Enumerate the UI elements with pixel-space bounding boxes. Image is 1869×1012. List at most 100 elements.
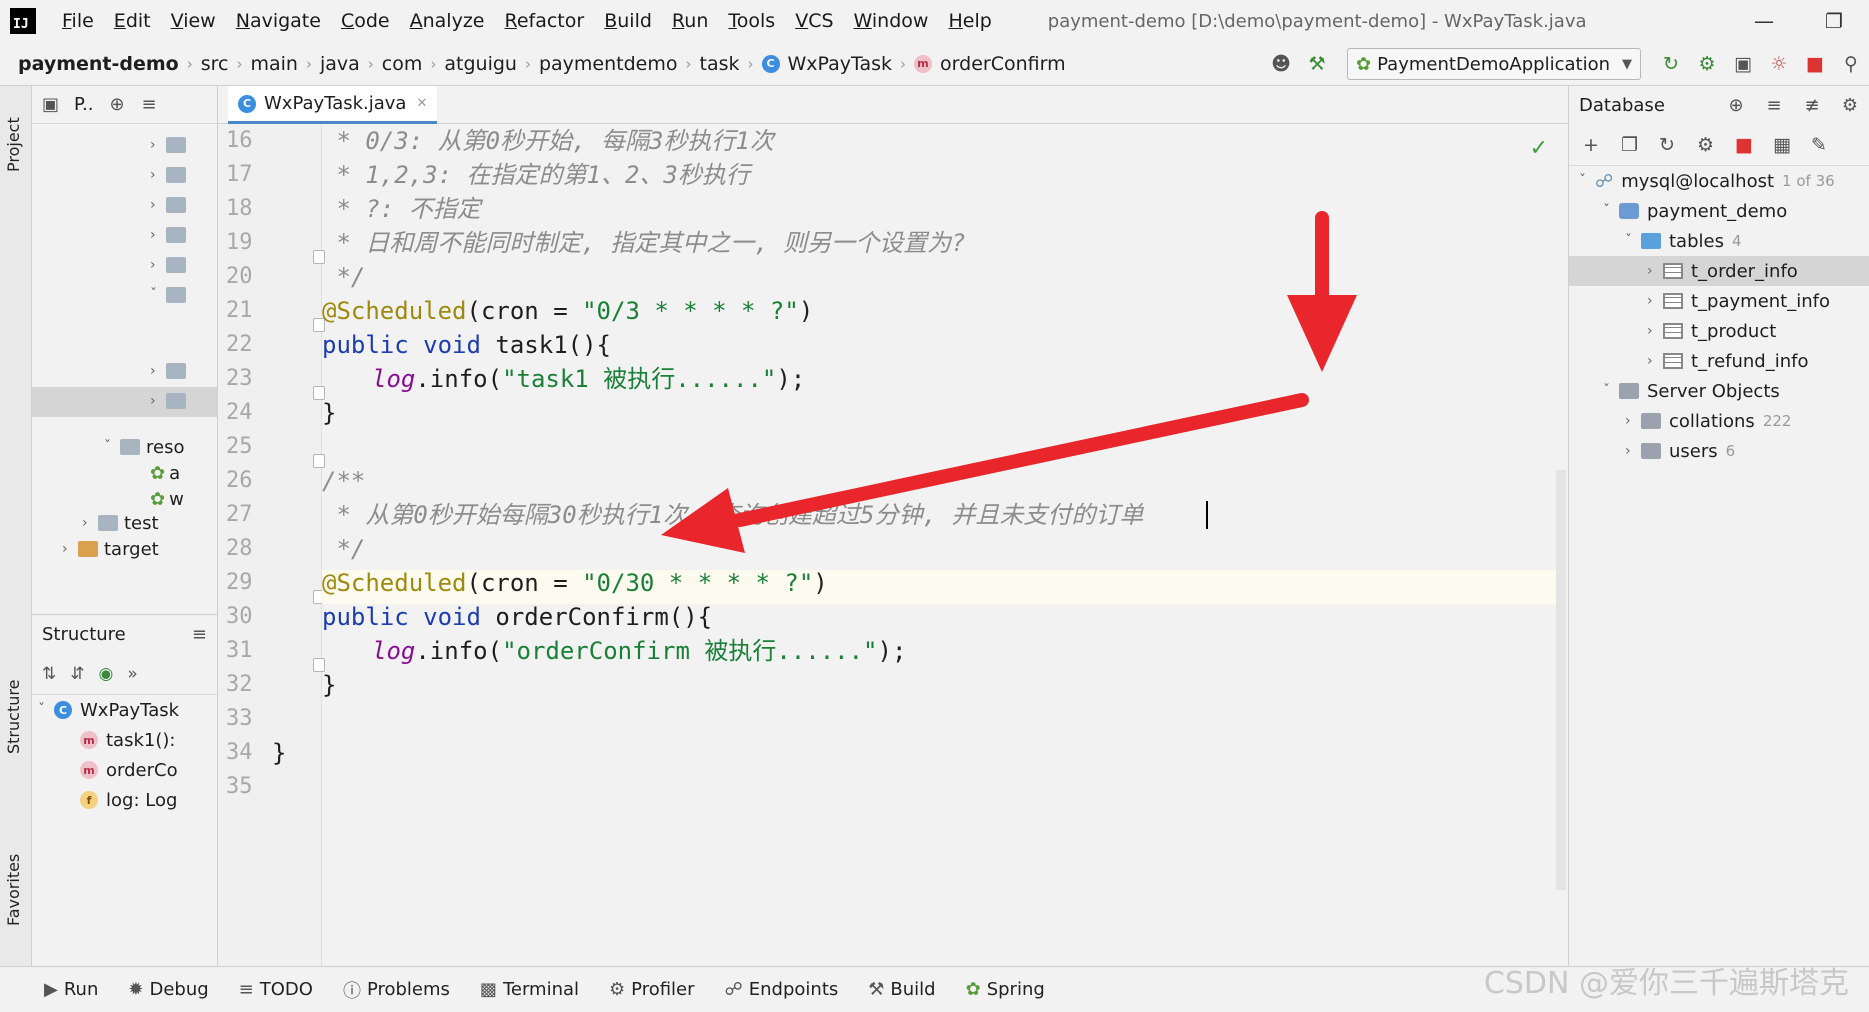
menu-build[interactable]: Build <box>604 10 652 32</box>
tree-node[interactable]: › <box>150 190 192 220</box>
menu-run[interactable]: Run <box>672 10 708 32</box>
inspection-ok-icon[interactable]: ✓ <box>1530 136 1548 161</box>
menu-refactor[interactable]: Refactor <box>504 10 584 32</box>
crumb-com[interactable]: com <box>382 53 423 75</box>
crumb-project[interactable]: payment-demo <box>18 53 179 75</box>
tab-endpoints[interactable]: ☍ Endpoints <box>725 979 839 1000</box>
menu-edit[interactable]: Edit <box>114 10 151 32</box>
table-view-icon[interactable]: ▦ <box>1773 134 1811 156</box>
code-line-21[interactable]: @Scheduled(cron = "0/3 * * * * ?") <box>322 294 813 328</box>
favorites-tool-tab[interactable]: Favorites <box>4 854 23 926</box>
db-schema[interactable]: ˇ payment_demo <box>1569 196 1869 226</box>
menu-analyze[interactable]: Analyze <box>410 10 485 32</box>
menu-help[interactable]: Help <box>948 10 991 32</box>
structure-task1[interactable]: m task1(): <box>32 725 217 755</box>
code-line-34[interactable]: } <box>272 736 286 770</box>
db-tables-folder[interactable]: ˇ tables 4 <box>1569 226 1869 256</box>
tab-build[interactable]: ⚒ Build <box>868 979 935 1000</box>
code-line-26[interactable]: /** <box>322 464 365 498</box>
debug-icon[interactable]: ☼ <box>1761 46 1797 82</box>
project-title[interactable]: P.. <box>74 94 94 115</box>
code-line-27[interactable]: * 从第0秒开始每隔30秒执行1次, 查询创建超过5分钟, 并且未支付的订单 <box>322 498 1143 532</box>
show-inherited-icon[interactable]: ◉ <box>99 664 114 684</box>
code-line-31[interactable]: log.info("orderConfirm 被执行......"); <box>372 634 906 668</box>
menu-view[interactable]: View <box>171 10 216 32</box>
menu-tools[interactable]: Tools <box>728 10 775 32</box>
db-table-payment-info[interactable]: › t_payment_info <box>1569 286 1869 316</box>
crumb-method[interactable]: m orderConfirm <box>914 53 1066 75</box>
gear-icon[interactable]: ⚙ <box>1831 95 1869 116</box>
editor-scrollbar[interactable] <box>1556 470 1566 890</box>
user-icon[interactable]: ☻ <box>1263 46 1299 82</box>
tree-node-target[interactable]: › target <box>62 534 159 564</box>
minimize-icon[interactable]: — <box>1729 0 1799 42</box>
crumb-src[interactable]: src <box>201 53 229 75</box>
code-line-23[interactable]: log.info("task1 被执行......"); <box>372 362 805 396</box>
rerun-icon[interactable]: ↻ <box>1653 46 1689 82</box>
locate-icon[interactable]: ⊕ <box>110 94 132 115</box>
code-line-29[interactable]: @Scheduled(cron = "0/30 * * * * ?") <box>322 566 828 600</box>
sort-alpha-icon[interactable]: ⇵ <box>70 664 84 684</box>
schema-icon[interactable]: ⚙ <box>1697 134 1735 156</box>
tab-terminal[interactable]: ▩ Terminal <box>480 979 579 1000</box>
crumb-atguigu[interactable]: atguigu <box>444 53 517 75</box>
code-line-18[interactable]: * ?: 不指定 <box>322 192 480 226</box>
refresh-icon[interactable]: ↻ <box>1659 134 1697 156</box>
more-icon[interactable]: » <box>127 664 137 684</box>
db-collations[interactable]: › collations 222 <box>1569 406 1869 436</box>
coverage-icon[interactable]: ⚙ <box>1689 46 1725 82</box>
restore-icon[interactable]: ❐ <box>1799 0 1869 42</box>
tree-node[interactable]: › <box>150 160 192 190</box>
code-line-22[interactable]: public void task1(){ <box>322 328 611 362</box>
menu-file[interactable]: File <box>62 10 94 32</box>
collapse-all-icon[interactable]: ≢ <box>1793 95 1831 116</box>
stop-icon[interactable]: ■ <box>1797 46 1833 82</box>
code-line-16[interactable]: * 0/3: 从第0秒开始, 每隔3秒执行1次 <box>322 124 773 158</box>
code-line-32[interactable]: } <box>322 668 336 702</box>
structure-log[interactable]: f log: Log <box>32 785 217 815</box>
db-table-product[interactable]: › t_product <box>1569 316 1869 346</box>
tree-node[interactable]: › <box>150 220 192 250</box>
tree-node[interactable]: ˇ <box>150 280 192 310</box>
expand-all-icon[interactable]: ≡ <box>1755 95 1793 116</box>
crumb-task[interactable]: task <box>700 53 740 75</box>
menu-code[interactable]: Code <box>341 10 390 32</box>
tab-problems[interactable]: ⓘ Problems <box>343 977 450 1003</box>
project-tool-tab[interactable]: Project <box>4 117 23 172</box>
tab-run[interactable]: ▶ Run <box>44 979 98 1000</box>
tree-node[interactable]: › <box>150 356 192 386</box>
db-connection[interactable]: ˇ ☍ mysql@localhost 1 of 36 <box>1569 166 1869 196</box>
tab-profiler[interactable]: ⚙ Profiler <box>609 979 695 1000</box>
code-line-20[interactable]: */ <box>322 260 365 294</box>
structure-tool-tab[interactable]: Structure <box>4 680 23 754</box>
db-table-order-info[interactable]: › t_order_info <box>1569 256 1869 286</box>
menu-vcs[interactable]: VCS <box>795 10 833 32</box>
code-line-30[interactable]: public void orderConfirm(){ <box>322 600 712 634</box>
code-line-24[interactable]: } <box>322 396 336 430</box>
editor-tab-wxpaytask[interactable]: C WxPayTask.java ✕ <box>228 86 438 124</box>
sort-visibility-icon[interactable]: ⇅ <box>42 664 56 684</box>
profile-icon[interactable]: ▣ <box>1725 46 1761 82</box>
menu-navigate[interactable]: Navigate <box>236 10 321 32</box>
run-config-select[interactable]: ✿ PaymentDemoApplication ▼ <box>1347 48 1641 80</box>
code-line-28[interactable]: */ <box>322 532 365 566</box>
tree-node[interactable]: › <box>150 386 192 416</box>
edit-icon[interactable]: ✎ <box>1811 134 1849 156</box>
locate-icon[interactable]: ⊕ <box>1717 95 1755 116</box>
tab-todo[interactable]: ≡ TODO <box>239 979 313 1000</box>
stop-icon[interactable]: ■ <box>1735 134 1773 156</box>
crumb-class[interactable]: C WxPayTask <box>761 53 892 75</box>
db-table-refund-info[interactable]: › t_refund_info <box>1569 346 1869 376</box>
collapse-all-icon[interactable]: ≡ <box>142 94 164 115</box>
settings-menu-icon[interactable]: ≡ <box>192 624 207 645</box>
copy-icon[interactable]: ❐ <box>1621 134 1659 156</box>
code-line-19[interactable]: * 日和周不能同时制定, 指定其中之一, 则另一个设置为? <box>322 226 965 260</box>
tree-node[interactable]: › <box>150 250 192 280</box>
db-server-objects[interactable]: ˇ Server Objects <box>1569 376 1869 406</box>
crumb-main[interactable]: main <box>251 53 298 75</box>
code-editor[interactable]: * 0/3: 从第0秒开始, 每隔3秒执行1次 * 1,2,3: 在指定的第1、… <box>272 124 1568 966</box>
tab-debug[interactable]: ✹ Debug <box>128 979 208 1000</box>
build-hammer-icon[interactable]: ⚒ <box>1299 46 1335 82</box>
crumb-paymentdemo[interactable]: paymentdemo <box>539 53 678 75</box>
close-icon[interactable]: ✕ <box>416 96 427 111</box>
